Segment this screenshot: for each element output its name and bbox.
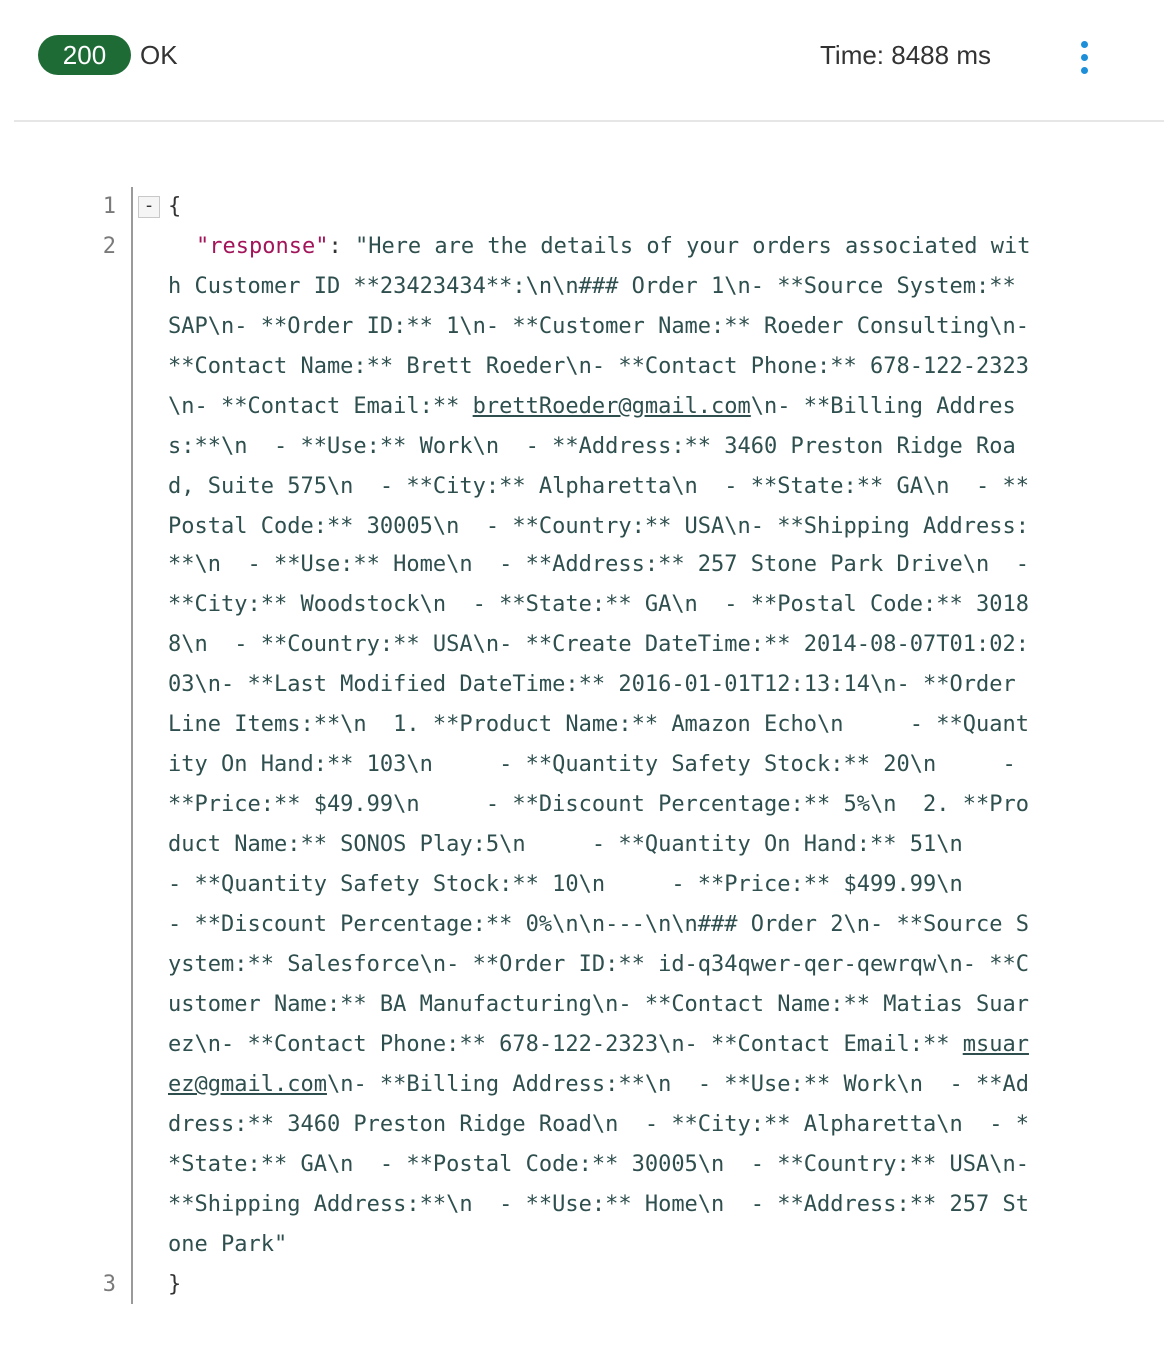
code-line: ity On Hand:** 103\n - **Quantity Safety… [168,752,1016,777]
code-line: ystem:** Salesforce\n- **Order ID:** id-… [168,952,1029,977]
response-time: Time: 8488 ms [820,40,991,70]
gutter-divider [131,187,133,1304]
code-line: 03\n- **Last Modified DateTime:** 2016-0… [168,672,1016,697]
code-line: ez\n- **Contact Phone:** 678-122-2323\n-… [168,1025,1128,1065]
json-response-viewer[interactable]: 1 2 3 - { "response": "Here are the deta… [0,187,1176,1307]
menu-dot [1080,40,1088,48]
code-line: **\n - **Use:** Home\n - **Address:** 25… [168,552,1029,577]
code-line: **Contact Name:** Brett Roeder\n- **Cont… [168,354,1029,379]
close-brace: } [168,1272,182,1297]
code-line: dress:** 3460 Preston Ridge Road\n - **C… [168,1112,1029,1137]
code-line: ustomer Name:** BA Manufacturing\n- **Co… [168,992,1029,1017]
code-line: 8\n - **Country:** USA\n- **Create DateT… [168,632,1029,657]
code-line: h Customer ID **23423434**:\n\n### Order… [168,274,1016,299]
json-key: "response" [196,234,329,259]
code-line: duct Name:** SONOS Play:5\n - **Quantity… [168,832,963,857]
menu-dot [1080,66,1088,74]
email-link[interactable]: msuar [963,1032,1029,1057]
open-brace: { [168,194,182,219]
line-number: 3 [102,1272,116,1297]
line-number: 2 [102,234,116,259]
code-line: one Park" [168,1232,288,1257]
code-text: \n- **Billing Address:**\n - **Use:** Wo… [326,1072,1029,1097]
status-code-badge: 200 [38,35,131,75]
code-line: *State:** GA\n - **Postal Code:** 30005\… [168,1152,1029,1177]
code-text: \n- **Billing Addres [750,394,1016,419]
more-vertical-icon[interactable] [1066,35,1102,79]
code-line: s:**\n - **Use:** Work\n - **Address:** … [168,434,1016,459]
code-line: \n- **Contact Email:** brettRoeder@gmail… [168,387,1128,427]
code-line: ez@gmail.com\n- **Billing Address:**\n -… [168,1065,1128,1105]
code-line: SAP\n- **Order ID:** 1\n- **Customer Nam… [168,314,1029,339]
code-line: **City:** Woodstock\n - **State:** GA\n … [168,592,1029,617]
code-line: Postal Code:** 30005\n - **Country:** US… [168,514,1029,539]
code-line: **Shipping Address:**\n - **Use:** Home\… [168,1192,1029,1217]
line-number: 1 [102,194,116,219]
code-line: - **Quantity Safety Stock:** 10\n - **Pr… [168,872,963,897]
code-line: "response": "Here are the details of you… [196,227,1128,267]
email-link[interactable]: brettRoeder@gmail.com [473,394,751,419]
code-text: ez\n- **Contact Phone:** 678-122-2323\n-… [168,1032,963,1057]
code-line: **Price:** $49.99\n - **Discount Percent… [168,792,1029,817]
status-text: OK [140,40,178,70]
code-line: d, Suite 575\n - **City:** Alpharetta\n … [168,474,1029,499]
code-line: Line Items:**\n 1. **Product Name:** Ama… [168,712,1029,737]
json-value-line: "Here are the details of your orders ass… [354,234,1031,259]
response-status-bar: 200 OK Time: 8488 ms [14,0,1164,122]
json-colon: : [328,234,355,259]
email-link[interactable]: ez@gmail.com [168,1072,327,1097]
fold-toggle-button[interactable]: - [138,196,160,218]
code-line: - **Discount Percentage:** 0%\n\n---\n\n… [168,912,1029,937]
menu-dot [1080,53,1088,61]
code-text: \n- **Contact Email:** [168,394,473,419]
